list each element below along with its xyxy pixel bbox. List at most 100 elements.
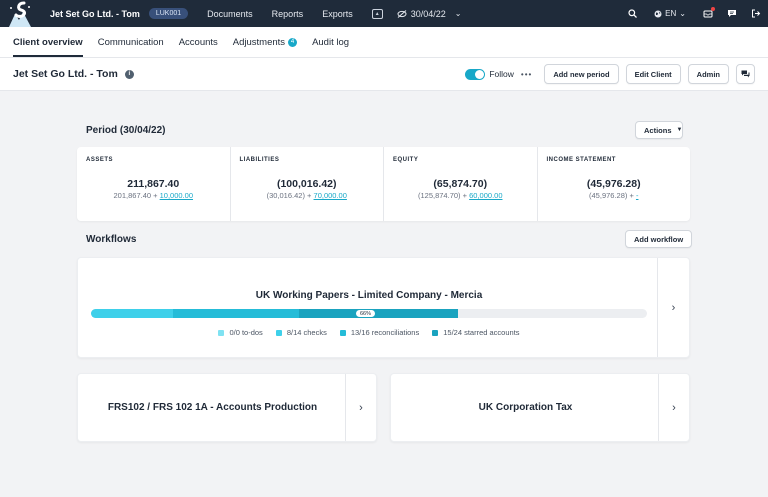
legend-swatch xyxy=(432,329,439,336)
legend-label: 0/0 to-dos xyxy=(229,328,263,337)
search-icon[interactable] xyxy=(620,9,644,18)
nav-link-documents[interactable]: Documents xyxy=(207,9,253,19)
metric-previous: (125,874.70) xyxy=(418,191,461,200)
progress-segment-starred-accounts xyxy=(298,309,458,318)
chat-bubble-icon[interactable] xyxy=(720,9,744,18)
metric-comparison: (45,976.28) + - xyxy=(538,191,691,200)
header-actions: Follow ••• Add new period Edit Client Ad… xyxy=(465,64,755,84)
actions-label: Actions xyxy=(644,125,672,135)
chevron-down-icon: ⌄ xyxy=(454,9,462,18)
workflow-title: UK Corporation Tax xyxy=(478,402,573,413)
follow-label: Follow xyxy=(489,69,514,79)
admin-button[interactable]: Admin xyxy=(687,64,729,84)
progress-percent-label: 66% xyxy=(355,310,375,317)
metric-plus: + xyxy=(153,191,158,200)
more-options-icon[interactable]: ••• xyxy=(521,70,532,79)
metric-label: LIABILITIES xyxy=(239,157,280,163)
legend-label: 15/24 starred accounts xyxy=(443,328,520,337)
metric-assets: ASSETS 211,867.40 201,867.40 + 10,000.00 xyxy=(77,147,231,221)
workflow-legend: 0/0 to-dos 8/14 checks 13/16 reconciliat… xyxy=(78,328,660,337)
tab-label: Client overview xyxy=(13,36,83,48)
tab-accounts[interactable]: Accounts xyxy=(179,27,218,57)
nav-link-exports[interactable]: Exports xyxy=(322,9,353,19)
chevron-down-icon: ⌄ xyxy=(679,9,686,18)
workflow-card-corporation-tax[interactable]: UK Corporation Tax › xyxy=(390,373,690,442)
add-workflow-button[interactable]: Add workflow xyxy=(625,230,693,248)
workflow-card-accounts-production[interactable]: FRS102 / FRS 102 1A - Accounts Productio… xyxy=(77,373,377,442)
tab-client-overview[interactable]: Client overview xyxy=(13,27,83,57)
language-selector[interactable]: EN ⌄ xyxy=(654,9,686,18)
legend-swatch xyxy=(275,329,282,336)
client-tabs: Client overview Communication Accounts A… xyxy=(0,27,768,58)
follow-toggle[interactable] xyxy=(465,68,486,80)
comments-button[interactable] xyxy=(736,64,755,84)
tab-label: Communication xyxy=(97,36,164,48)
metric-delta-link[interactable]: 70,000.00 xyxy=(314,191,347,200)
tab-label: Audit log xyxy=(312,36,350,48)
globe-icon xyxy=(654,10,662,17)
tab-label: Adjustments xyxy=(232,36,286,48)
image-icon[interactable]: ▲ xyxy=(371,8,383,19)
chevron-right-icon[interactable]: › xyxy=(658,374,689,441)
tab-communication[interactable]: Communication xyxy=(98,27,164,57)
metric-plus: + xyxy=(462,191,468,200)
workflow-card-main[interactable]: UK Working Papers - Limited Company - Me… xyxy=(77,257,690,358)
inbox-icon[interactable] xyxy=(696,7,720,18)
chevron-right-icon[interactable]: › xyxy=(657,258,689,357)
metric-label: INCOME STATEMENT xyxy=(546,157,616,163)
metric-value: 211,867.40 xyxy=(127,178,180,190)
tab-adjustments[interactable]: Adjustments 4 xyxy=(232,27,298,57)
client-header: Jet Set Go Ltd. - Tom i Follow ••• Add n… xyxy=(0,58,768,91)
legend-item-reconciliations: 13/16 reconciliations xyxy=(339,328,420,337)
language-label: EN xyxy=(665,9,677,18)
workflow-title: UK Working Papers - Limited Company - Me… xyxy=(255,290,483,301)
metric-comparison: (30,016.42) + 70,000.00 xyxy=(231,191,384,200)
period-title: Period (30/04/22) xyxy=(86,125,166,136)
top-nav: Jet Set Go Ltd. - Tom LUK001 Documents R… xyxy=(0,0,768,27)
period-metrics: ASSETS 211,867.40 201,867.40 + 10,000.00… xyxy=(77,147,690,221)
metric-value: (65,874.70) xyxy=(433,178,488,190)
client-code-badge: LUK001 xyxy=(148,8,189,19)
caret-down-icon: ▼ xyxy=(676,127,683,133)
tab-label: Accounts xyxy=(178,36,218,48)
metric-previous: 201,867.40 xyxy=(113,191,152,200)
edit-client-button[interactable]: Edit Client xyxy=(625,64,681,84)
metric-delta-link[interactable]: 10,000.00 xyxy=(160,191,193,200)
chevron-right-icon[interactable]: › xyxy=(345,374,376,441)
metric-previous: (45,976.28) xyxy=(589,191,628,200)
tab-audit-log[interactable]: Audit log xyxy=(312,27,349,57)
metric-plus: + xyxy=(629,191,634,200)
metric-delta-link[interactable]: - xyxy=(636,191,639,200)
app-logo[interactable] xyxy=(0,0,40,27)
adjustments-count-badge: 4 xyxy=(288,37,298,47)
eye-slash-icon xyxy=(397,9,407,18)
legend-item-todos: 0/0 to-dos xyxy=(218,328,263,337)
progress-segment-checks xyxy=(91,309,173,318)
legend-item-starred-accounts: 15/24 starred accounts xyxy=(432,328,520,337)
chat-bubbles-icon xyxy=(741,70,750,78)
nav-client-name[interactable]: Jet Set Go Ltd. - Tom xyxy=(50,9,140,19)
legend-label: 13/16 reconciliations xyxy=(350,328,420,337)
period-selector-label: 30/04/22 xyxy=(410,8,446,19)
progress-segment-reconciliations xyxy=(172,309,299,318)
actions-button[interactable]: Actions ▼ xyxy=(635,121,683,139)
logout-icon[interactable] xyxy=(744,9,768,18)
workflow-progress-bar: 66% xyxy=(91,309,647,318)
period-selector[interactable]: 30/04/22 ⌄ xyxy=(397,8,462,19)
metric-value: (45,976.28) xyxy=(586,178,641,190)
metric-income-statement: INCOME STATEMENT (45,976.28) (45,976.28)… xyxy=(538,147,691,221)
metric-label: EQUITY xyxy=(393,157,419,163)
add-new-period-button[interactable]: Add new period xyxy=(544,64,619,84)
nav-right-tools: EN ⌄ xyxy=(620,0,768,27)
metric-previous: (30,016.42) xyxy=(266,191,305,200)
info-icon[interactable]: i xyxy=(124,69,134,79)
metric-equity: EQUITY (65,874.70) (125,874.70) + 60,000… xyxy=(384,147,538,221)
legend-swatch xyxy=(339,329,346,336)
metric-label: ASSETS xyxy=(86,157,114,163)
nav-link-reports[interactable]: Reports xyxy=(272,9,304,19)
metric-liabilities: LIABILITIES (100,016.42) (30,016.42) + 7… xyxy=(231,147,384,221)
metric-comparison: 201,867.40 + 10,000.00 xyxy=(77,191,230,200)
metric-delta-link[interactable]: 60,000.00 xyxy=(469,191,502,200)
notification-dot xyxy=(711,7,715,11)
metric-plus: + xyxy=(307,191,312,200)
